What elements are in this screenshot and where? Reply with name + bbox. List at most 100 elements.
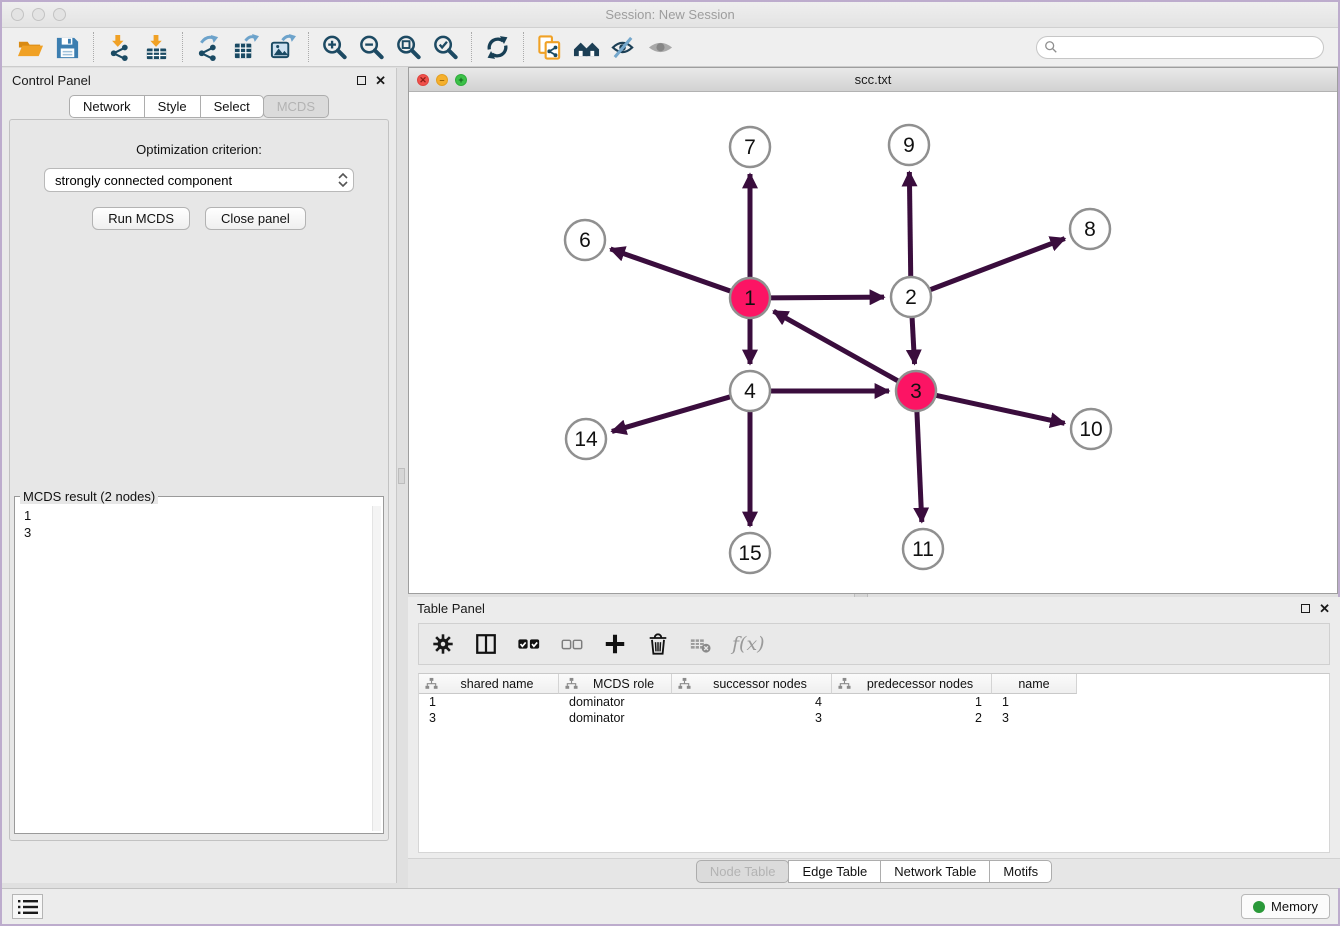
network-graph: 7968124314101511 [409,92,1337,594]
tab-motifs[interactable]: Motifs [989,860,1052,883]
graph-node-label: 10 [1079,418,1102,441]
criterion-select[interactable]: strongly connected component [44,168,354,192]
zoom-selected-button[interactable] [427,31,464,63]
close-panel-icon[interactable]: ✕ [375,74,386,87]
minimize-window-icon[interactable] [32,8,45,21]
graph-edge-1-2[interactable] [768,297,884,298]
graph-node-label: 8 [1084,218,1096,241]
cell-predecessor-nodes: 1 [832,694,992,710]
column-header-name[interactable]: name [992,674,1077,694]
tab-select[interactable]: Select [200,95,264,118]
graph-edge-1-6[interactable] [610,249,733,292]
zoom-in-button[interactable] [316,31,353,63]
graph-edge-4-14[interactable] [612,396,733,431]
network-window-titlebar: ✕ – + scc.txt [409,68,1337,92]
hide-selected-button[interactable] [605,31,642,63]
control-panel-header: Control Panel ✕ [2,68,396,93]
network-canvas[interactable]: 7968124314101511 [409,92,1337,593]
import-table-icon [143,34,170,61]
result-line: 1 [24,507,374,524]
minimize-network-icon[interactable]: – [436,74,448,86]
search-input[interactable] [1062,40,1316,55]
eye-icon [647,34,674,61]
graph-edge-3-10[interactable] [934,395,1065,423]
add-column-button[interactable] [603,631,627,657]
close-network-icon[interactable]: ✕ [417,74,429,86]
control-panel-tabs: Network Style Select MCDS [2,95,396,118]
network-window-title: scc.txt [409,68,1337,91]
column-header-shared-name[interactable]: shared name [419,674,559,694]
application-window: Session: New Session [0,0,1340,926]
table-tabs: Node Table Edge Table Network Table Moti… [408,860,1340,883]
open-session-button[interactable] [12,31,49,63]
export-table-button[interactable] [227,31,264,63]
run-mcds-button[interactable]: Run MCDS [92,207,190,230]
graph-edge-2-8[interactable] [928,239,1065,291]
vertical-splitter-handle[interactable] [398,468,405,484]
function-builder-button[interactable]: f(x) [732,631,765,657]
delete-table-button[interactable] [689,631,713,657]
search-field[interactable] [1036,36,1324,59]
select-all-icon [517,632,541,656]
float-table-panel-icon[interactable] [1301,604,1310,613]
delete-column-button[interactable] [646,631,670,657]
cell-mcds-role: dominator [559,694,672,710]
graph-edge-3-1[interactable] [774,311,901,382]
table-row[interactable]: 3 dominator 3 2 3 [419,710,1329,726]
result-scrollbar[interactable] [372,506,381,831]
toolbar-separator [182,32,183,62]
graph-edge-3-11[interactable] [917,409,922,522]
zoom-fit-button[interactable] [390,31,427,63]
table-split-view-button[interactable] [474,631,498,657]
zoom-network-icon[interactable]: + [455,74,467,86]
tab-node-table[interactable]: Node Table [696,860,790,883]
zoom-fit-icon [395,34,422,61]
session-title: Session: New Session [2,2,1338,28]
memory-label: Memory [1271,899,1318,914]
column-type-icon [838,677,851,690]
memory-button[interactable]: Memory [1241,894,1330,919]
show-all-button[interactable] [642,31,679,63]
criterion-value: strongly connected component [55,173,337,188]
first-neighbors-button[interactable] [568,31,605,63]
select-all-button[interactable] [517,631,541,657]
import-network-button[interactable] [101,31,138,63]
close-table-panel-icon[interactable]: ✕ [1319,602,1330,615]
graph-edge-2-9[interactable] [909,172,910,279]
delete-table-icon [689,632,713,656]
table-toolbar: f(x) [418,623,1330,665]
tab-network[interactable]: Network [69,95,145,118]
tab-network-table[interactable]: Network Table [880,860,990,883]
column-header-predecessor-nodes[interactable]: predecessor nodes [832,674,992,694]
graph-edge-2-3[interactable] [912,315,915,364]
column-header-successor-nodes[interactable]: successor nodes [672,674,832,694]
task-history-button[interactable] [12,894,43,919]
close-panel-button[interactable]: Close panel [205,207,306,230]
zoom-out-button[interactable] [353,31,390,63]
column-header-mcds-role[interactable]: MCDS role [559,674,672,694]
tab-mcds[interactable]: MCDS [263,95,329,118]
graph-node-label: 3 [910,380,922,403]
deselect-all-button[interactable] [560,631,584,657]
close-window-icon[interactable] [11,8,24,21]
maximize-window-icon[interactable] [53,8,66,21]
graph-node-label: 9 [903,134,915,157]
save-session-button[interactable] [49,31,86,63]
table-row[interactable]: 1 dominator 4 1 1 [419,694,1329,710]
cell-mcds-role: dominator [559,710,672,726]
houses-icon [573,34,600,61]
refresh-button[interactable] [479,31,516,63]
graph-node-label: 14 [574,428,598,451]
graph-node-label: 2 [905,286,917,309]
mcds-result-text[interactable]: 1 3 [17,506,381,831]
export-network-button[interactable] [190,31,227,63]
tab-edge-table[interactable]: Edge Table [788,860,881,883]
float-panel-icon[interactable] [357,76,366,85]
table-settings-button[interactable] [431,631,455,657]
duplicate-network-button[interactable] [531,31,568,63]
tab-style[interactable]: Style [144,95,201,118]
import-table-button[interactable] [138,31,175,63]
export-image-button[interactable] [264,31,301,63]
graph-node-label: 7 [744,136,756,159]
control-panel-title: Control Panel [12,73,91,88]
